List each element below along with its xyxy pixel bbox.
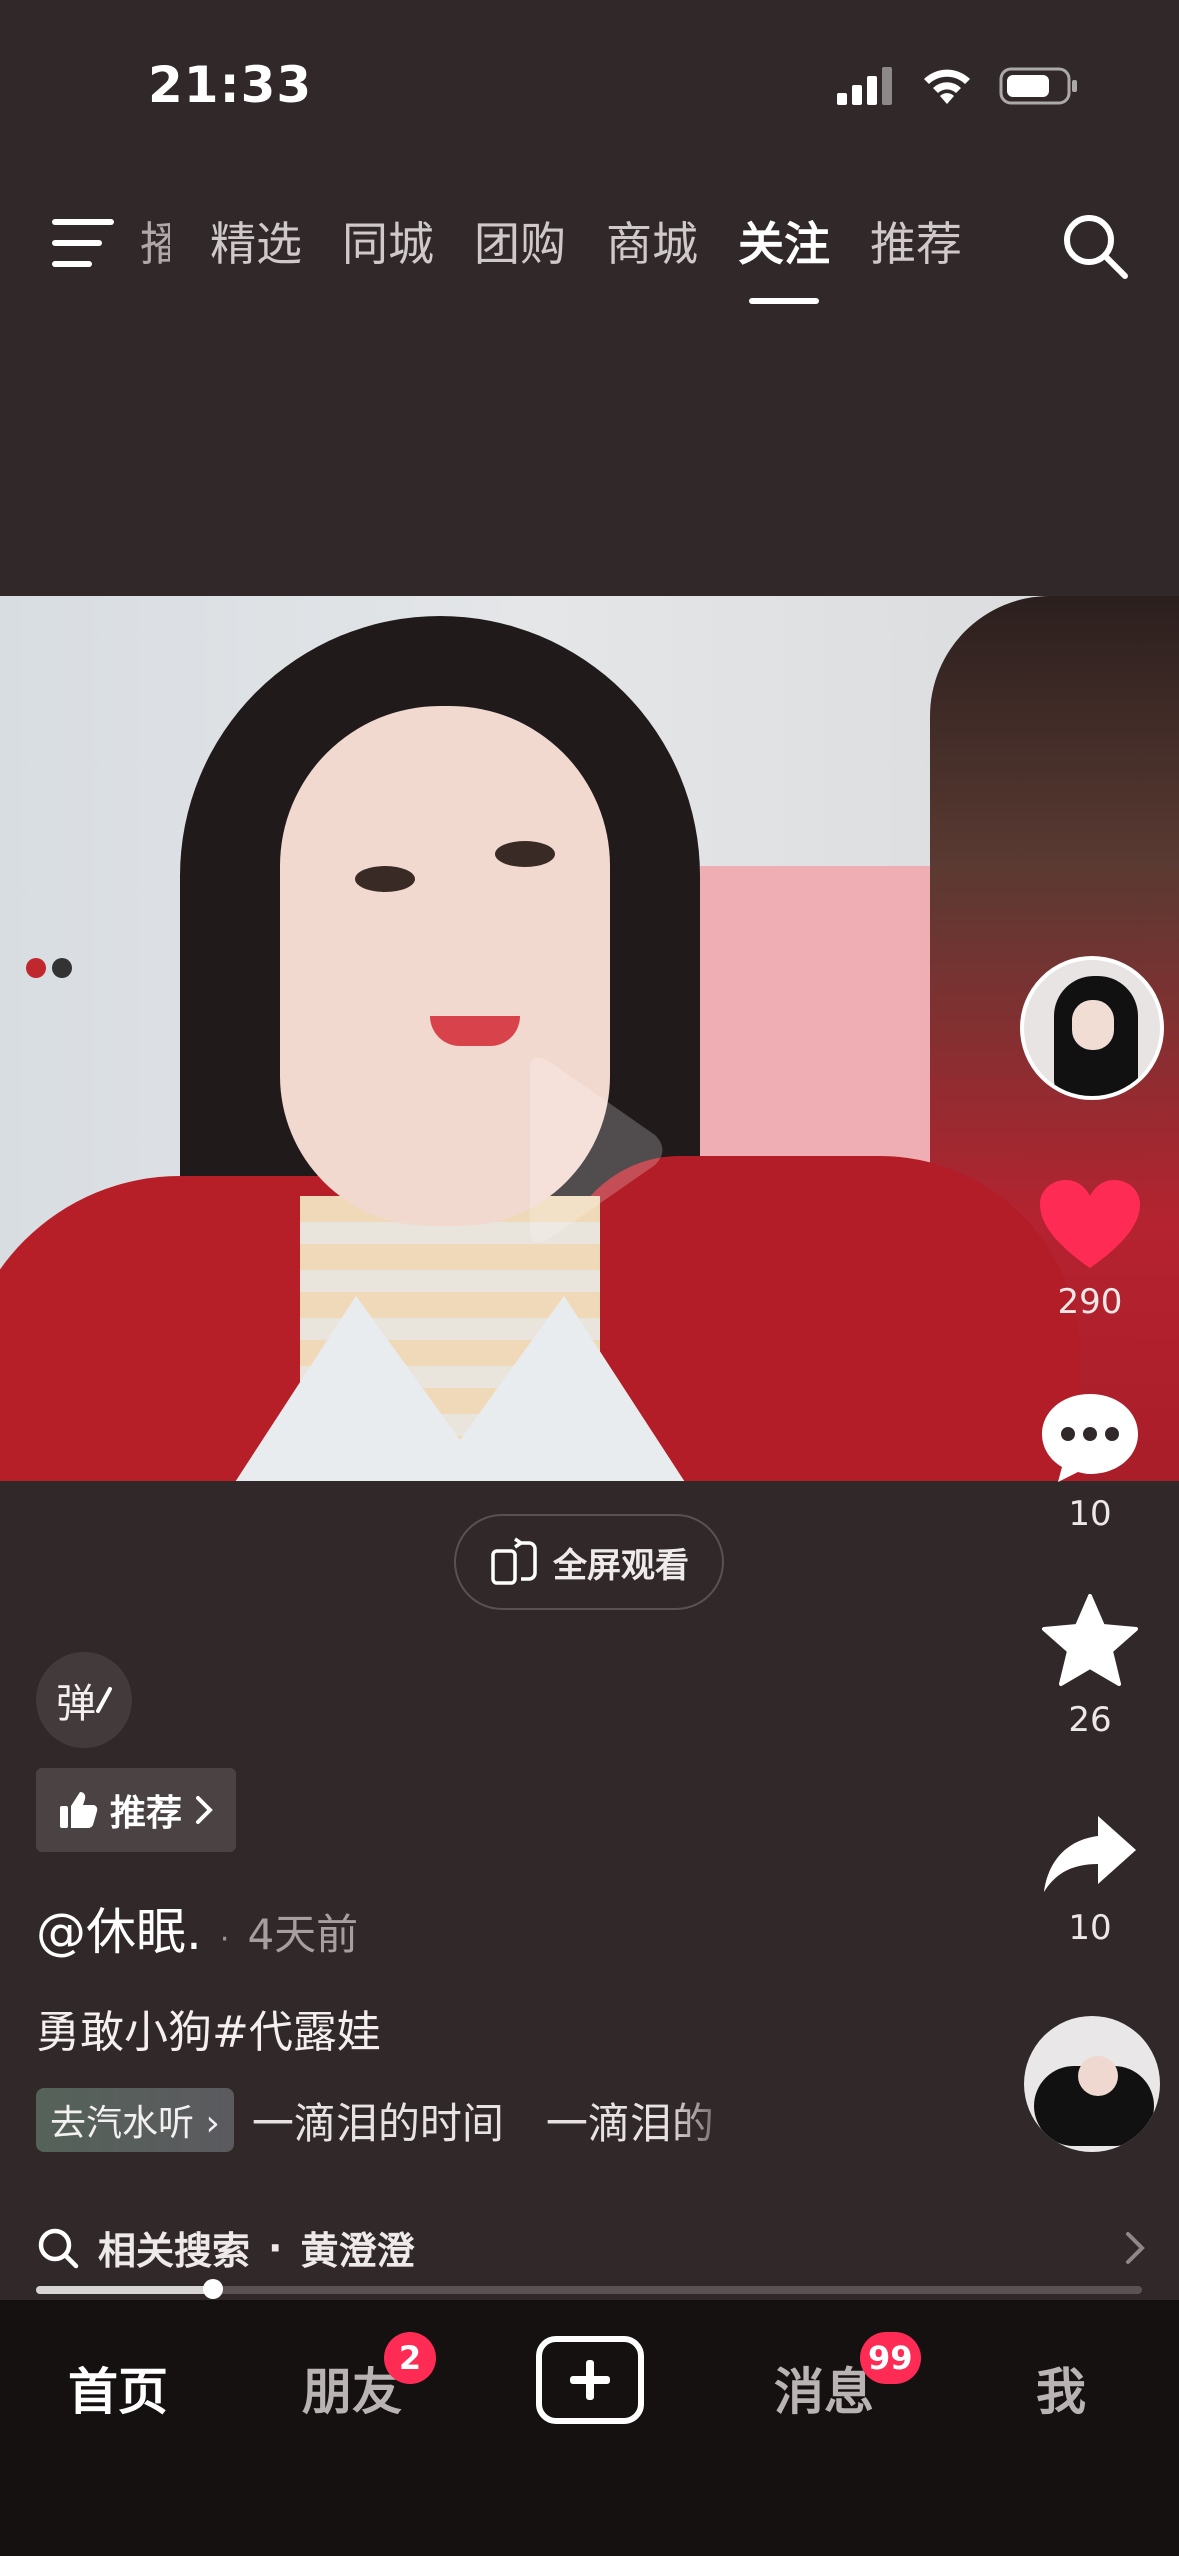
share-count: 10 [1068,1908,1112,1948]
music-disc-avatar[interactable] [1024,2016,1160,2152]
friends-badge: 2 [384,2332,436,2384]
battery-icon [999,67,1077,105]
bottom-tab-home[interactable]: 首页 [68,2352,168,2424]
post-caption[interactable]: 勇敢小狗#代露娃 [36,1996,381,2060]
fullscreen-button[interactable]: 全屏观看 [454,1514,724,1610]
top-tabs: 播 精选 同城 团购 商城 关注 推荐 [140,208,962,274]
video-eye-left [355,866,415,892]
meta-separator: · [219,1922,230,1957]
danmu-label: 弹 [56,1681,96,1727]
post-time: 4天前 [247,1910,359,1959]
heart-icon [1040,1180,1140,1268]
video-player[interactable] [0,596,1179,1481]
related-search-label: 相关搜索 [98,2229,251,2273]
chevron-right-icon [196,1796,213,1824]
music-row[interactable]: 去汽水听 › 一滴泪的时间 一滴泪的 [36,2088,742,2152]
rotate-screen-icon [491,1537,537,1585]
play-icon[interactable] [510,1050,670,1250]
related-search-query: 黄澄澄 [300,2229,415,2273]
favorite-button[interactable]: 26 [1030,1594,1150,1740]
video-eye-right [495,841,555,867]
chevron-right-icon [1126,2231,1145,2264]
comment-count: 10 [1068,1494,1112,1534]
comment-icon [1042,1394,1138,1482]
menu-icon[interactable] [50,215,120,271]
video-progress-fill [36,2286,213,2294]
tab-nearby[interactable]: 同城 [342,208,434,274]
status-icons [837,66,1079,106]
share-button[interactable]: 10 [1030,1812,1150,1948]
comment-button[interactable]: 10 [1030,1392,1150,1534]
slash-icon [96,1687,112,1713]
like-count: 290 [1057,1282,1123,1322]
post-meta: @休眠. · 4天前 [36,1892,358,1964]
chevron-right-icon: › [205,2103,220,2144]
related-search-separator: · [268,2225,283,2270]
author-avatar[interactable] [1020,956,1164,1100]
tab-live[interactable]: 播 [140,208,170,274]
music-tag-label: 去汽水听 [50,2103,195,2144]
danmu-toggle[interactable]: 弹 [36,1652,132,1748]
music-title: 一滴泪的时间 一滴泪的 [251,2098,714,2148]
share-arrow-icon [1044,1816,1136,1892]
search-icon[interactable] [1059,210,1131,282]
related-search-bar[interactable]: 相关搜索 · 黄澄澄 [36,2220,1146,2275]
author-name[interactable]: @休眠. [36,1892,202,1964]
tab-recommended[interactable]: 推荐 [870,208,962,274]
tab-featured[interactable]: 精选 [210,208,302,274]
messages-badge: 99 [860,2332,921,2384]
wifi-icon [924,69,970,104]
music-tag[interactable]: 去汽水听 › [36,2088,234,2152]
video-progress-handle[interactable] [202,2279,223,2299]
search-icon [38,2228,79,2268]
favorite-count: 26 [1068,1700,1112,1740]
thumbs-up-icon [60,1792,98,1828]
plus-icon [570,2360,610,2400]
bottom-tab-messages[interactable]: 消息 [774,2352,874,2424]
bottom-tab-me[interactable]: 我 [1036,2352,1086,2424]
star-icon [1042,1594,1138,1686]
video-wall-dots [26,958,72,978]
tab-group-buy[interactable]: 团购 [474,208,566,274]
cellular-signal-icon [837,67,892,105]
recommend-pill[interactable]: 推荐 [36,1768,237,1852]
like-button[interactable]: 290 [1030,1180,1150,1322]
status-time: 21:33 [148,56,313,114]
create-button[interactable] [536,2336,644,2424]
video-progress-bar[interactable] [36,2279,1142,2299]
fullscreen-label: 全屏观看 [553,1545,689,1586]
recommend-label: 推荐 [110,1793,183,1834]
tab-following[interactable]: 关注 [738,208,830,274]
tab-mall[interactable]: 商城 [606,208,698,274]
